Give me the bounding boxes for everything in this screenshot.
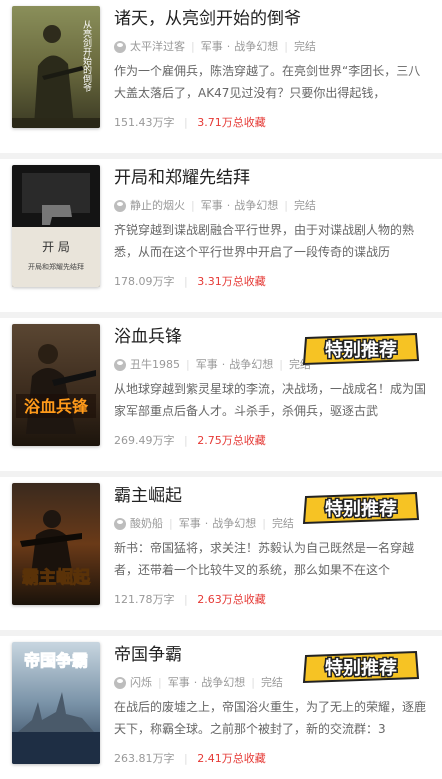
meta-divider: | (279, 358, 283, 371)
category: 军事 (178, 517, 201, 530)
author-icon (114, 41, 126, 53)
stats-divider: | (184, 275, 188, 288)
author-icon (114, 677, 126, 689)
book-cover[interactable]: 开 局 开局和郑耀先结拜 (12, 165, 100, 287)
stats-divider: | (184, 116, 188, 129)
author-name[interactable]: 闪烁 (130, 674, 152, 692)
svg-text:开 局: 开 局 (42, 240, 70, 254)
author-name[interactable]: 酸奶船 (130, 515, 163, 533)
favorites-count: 2.75万总收藏 (197, 434, 266, 447)
book-description: 从地球穿越到紫灵星球的李流，决战场，一战成名！成为国家军部重点后备人才。斗杀手，… (114, 382, 427, 418)
book-stats: 263.81万字 | 2.41万总收藏 (114, 750, 432, 768)
meta-dot: · (204, 517, 209, 530)
meta-dot: · (226, 40, 231, 53)
book-item[interactable]: 从亮剑开始的倒爷 诸天，从亮剑开始的倒爷 太平洋过客 | 军事 · 战争幻想 |… (0, 0, 442, 159)
subcategory: 战争幻想 (234, 40, 279, 53)
cover-title-text: 霸主崛起 (22, 567, 91, 588)
category: 军事 (200, 40, 223, 53)
author-icon (114, 200, 126, 212)
book-meta: 静止的烟火 | 军事 · 战争幻想 | 完结 (114, 197, 432, 215)
meta-dot: · (193, 676, 198, 689)
favorites-count: 3.71万总收藏 (197, 116, 266, 129)
book-description: 作为一个雇佣兵，陈浩穿越了。在亮剑世界“李团长，三八大盖太落后了，AK47见过没… (114, 64, 421, 100)
book-cover[interactable]: 帝国争霸 (12, 642, 100, 764)
badge-text: 特别推荐 (325, 498, 397, 520)
book-item[interactable]: 帝国争霸 帝国争霸 闪烁 | 军事 · 战争幻想 | 完结 在战后的废墟之上，帝… (0, 636, 442, 779)
book-item[interactable]: 浴血兵锋 浴血兵锋 丑牛1985 | 军事 · 战争幻想 | 完结 从地球穿越到… (0, 318, 442, 477)
category: 军事 (200, 199, 223, 212)
book-cover[interactable]: 浴血兵锋 (12, 324, 100, 446)
category: 军事 (195, 358, 218, 371)
meta-divider: | (251, 676, 255, 689)
cover-title-text: 浴血兵锋 (24, 397, 89, 416)
word-count: 151.43万字 (114, 116, 175, 129)
book-list: 从亮剑开始的倒爷 诸天，从亮剑开始的倒爷 太平洋过客 | 军事 · 战争幻想 |… (0, 0, 442, 779)
special-recommend-badge: 特别推荐 (300, 650, 422, 684)
author-name[interactable]: 丑牛1985 (130, 356, 180, 374)
meta-dot: · (226, 199, 231, 212)
subcategory: 战争幻想 (229, 358, 274, 371)
stats-divider: | (184, 752, 188, 765)
word-count: 263.81万字 (114, 752, 175, 765)
category: 军事 (167, 676, 190, 689)
word-count: 178.09万字 (114, 275, 175, 288)
book-stats: 151.43万字 | 3.71万总收藏 (114, 114, 432, 132)
author-icon (114, 518, 126, 530)
status: 完结 (271, 517, 294, 530)
word-count: 269.49万字 (114, 434, 175, 447)
cover-title-text: 开局和郑耀先结拜 (28, 262, 84, 271)
status: 完结 (293, 199, 316, 212)
cover-title-text: 帝国争霸 (24, 651, 88, 670)
meta-divider: | (191, 40, 195, 53)
book-item[interactable]: 霸主崛起 霸主崛起 酸奶船 | 军事 · 战争幻想 | 完结 新书：帝国猛将，求… (0, 477, 442, 636)
book-cover[interactable]: 霸主崛起 (12, 483, 100, 605)
special-recommend-badge: 特别推荐 (300, 332, 422, 366)
book-description: 新书：帝国猛将，求关注！苏毅认为自己既然是一名穿越者，还带着一个比较牛叉的系统，… (114, 541, 415, 577)
book-title[interactable]: 诸天，从亮剑开始的倒爷 (114, 6, 432, 32)
favorites-count: 2.41万总收藏 (197, 752, 266, 765)
author-name[interactable]: 太平洋过客 (130, 38, 185, 56)
stats-divider: | (184, 593, 188, 606)
subcategory: 战争幻想 (201, 676, 246, 689)
author-name[interactable]: 静止的烟火 (130, 197, 185, 215)
badge-text: 特别推荐 (325, 339, 397, 361)
book-stats: 121.78万字 | 2.63万总收藏 (114, 591, 432, 609)
badge-text: 特别推荐 (325, 657, 397, 679)
book-stats: 178.09万字 | 3.31万总收藏 (114, 273, 432, 291)
meta-divider: | (191, 199, 195, 212)
book-meta: 太平洋过客 | 军事 · 战争幻想 | 完结 (114, 38, 432, 56)
book-cover[interactable]: 从亮剑开始的倒爷 (12, 6, 100, 128)
cover-title-text: 从亮剑开始的倒爷 (81, 20, 92, 93)
meta-dot: · (221, 358, 226, 371)
subcategory: 战争幻想 (212, 517, 257, 530)
meta-divider: | (158, 676, 162, 689)
favorites-count: 2.63万总收藏 (197, 593, 266, 606)
word-count: 121.78万字 (114, 593, 175, 606)
status: 完结 (260, 676, 283, 689)
special-recommend-badge: 特别推荐 (300, 491, 422, 525)
meta-divider: | (284, 40, 288, 53)
author-icon (114, 359, 126, 371)
status: 完结 (293, 40, 316, 53)
subcategory: 战争幻想 (234, 199, 279, 212)
book-description: 齐锐穿越到谍战剧融合平行世界，由于对谍战剧人物的熟悉，从而在这个平行世界中开启了… (114, 223, 415, 259)
stats-divider: | (184, 434, 188, 447)
book-description: 在战后的废墟之上，帝国浴火重生，为了无上的荣耀，逐鹿天下，称霸全球。之前那个被封… (114, 700, 427, 736)
book-title[interactable]: 开局和郑耀先结拜 (114, 165, 432, 191)
meta-divider: | (186, 358, 190, 371)
favorites-count: 3.31万总收藏 (197, 275, 266, 288)
meta-divider: | (284, 199, 288, 212)
meta-divider: | (262, 517, 266, 530)
meta-divider: | (169, 517, 173, 530)
book-item[interactable]: 开 局 开局和郑耀先结拜 开局和郑耀先结拜 静止的烟火 | 军事 · 战争幻想 … (0, 159, 442, 318)
book-stats: 269.49万字 | 2.75万总收藏 (114, 432, 432, 450)
